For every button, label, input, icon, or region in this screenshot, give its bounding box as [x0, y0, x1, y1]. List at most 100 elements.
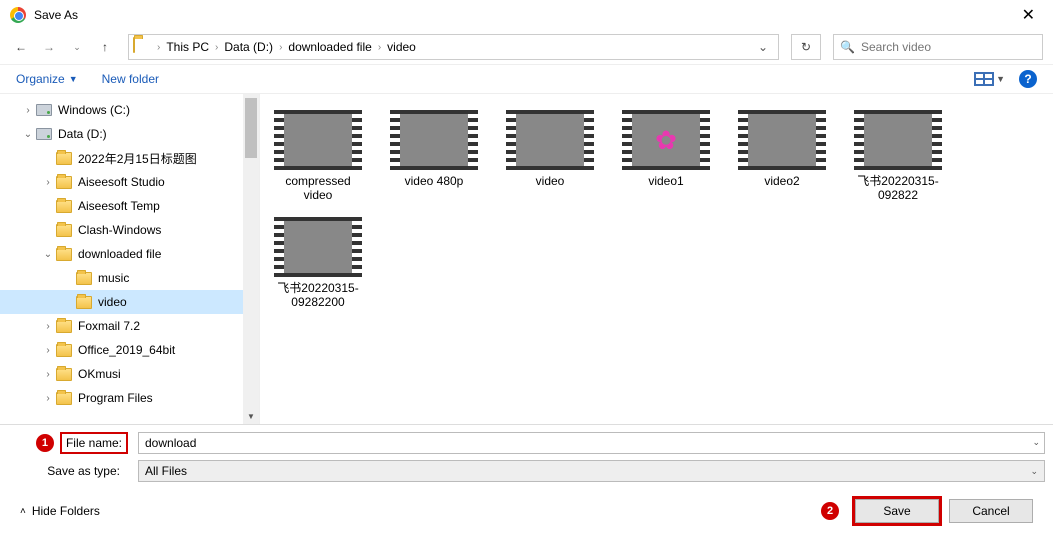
tree-item[interactable]: music: [0, 266, 259, 290]
cancel-button[interactable]: Cancel: [949, 499, 1033, 523]
savetype-row: Save as type: All Files ⌄: [8, 459, 1045, 483]
view-options[interactable]: ▼: [974, 72, 1005, 86]
filename-dropdown[interactable]: ⌄: [1032, 437, 1040, 448]
tree-item-label: Aiseesoft Temp: [78, 199, 160, 213]
scroll-down-icon[interactable]: ▼: [243, 408, 259, 424]
file-item[interactable]: 飞书20220315-092822: [850, 110, 946, 203]
search-input[interactable]: [861, 40, 1036, 54]
chevron-up-icon: ˄: [20, 506, 26, 517]
chevron-right-icon: ›: [213, 42, 220, 53]
refresh-button[interactable]: ↻: [791, 34, 821, 60]
file-label: 飞书20220315-09282200: [270, 281, 366, 310]
annotation-badge-1: 1: [36, 434, 54, 452]
up-button[interactable]: ↑: [94, 36, 116, 58]
breadcrumb-item[interactable]: Data (D:): [220, 40, 277, 54]
tree-item[interactable]: › OKmusi: [0, 362, 259, 386]
video-thumbnail: [506, 110, 594, 170]
video-thumbnail: [274, 110, 362, 170]
titlebar: Save As ✕: [0, 0, 1053, 30]
tree-scrollbar[interactable]: ▲ ▼: [243, 94, 259, 424]
folder-icon: [56, 198, 72, 214]
file-item[interactable]: video2: [734, 110, 830, 203]
chevron-right-icon: ›: [277, 42, 284, 53]
tree-item[interactable]: video: [0, 290, 259, 314]
footer: ˄ Hide Folders 2 Save Cancel: [0, 489, 1053, 533]
expand-chevron[interactable]: ›: [40, 369, 56, 380]
folder-icon: [56, 366, 72, 382]
expand-chevron[interactable]: ⌄: [20, 129, 36, 140]
breadcrumb-item[interactable]: video: [383, 40, 420, 54]
file-item[interactable]: 飞书20220315-09282200: [270, 217, 366, 310]
new-folder-button[interactable]: New folder: [102, 72, 159, 86]
drive-icon: [36, 126, 52, 142]
tree-item[interactable]: ⌄ downloaded file: [0, 242, 259, 266]
help-button[interactable]: ?: [1019, 70, 1037, 88]
expand-chevron[interactable]: ›: [40, 321, 56, 332]
tree-item[interactable]: › Foxmail 7.2: [0, 314, 259, 338]
chevron-right-icon: ›: [155, 42, 162, 53]
file-item[interactable]: video 480p: [386, 110, 482, 203]
file-label: video2: [764, 174, 799, 188]
folder-icon: [56, 246, 72, 262]
filename-label: File name:: [60, 432, 128, 454]
back-button[interactable]: ←: [10, 36, 32, 58]
chevron-down-icon: ▼: [996, 74, 1005, 84]
expand-chevron[interactable]: ›: [40, 345, 56, 356]
save-button[interactable]: Save: [855, 499, 939, 523]
tree-item-label: Program Files: [78, 391, 153, 405]
tree-item[interactable]: ›Office_2019_64bit: [0, 338, 259, 362]
tree-item[interactable]: › Program Files: [0, 386, 259, 410]
file-item[interactable]: video1: [618, 110, 714, 203]
bottom-panel: 1 File name: ⌄ Save as type: All Files ⌄: [0, 424, 1053, 489]
organize-menu[interactable]: Organize▼: [16, 72, 78, 86]
tree-item[interactable]: 2022年2月15日标题图: [0, 146, 259, 170]
recent-dropdown[interactable]: ⌄: [66, 36, 88, 58]
address-dropdown[interactable]: ⌄: [752, 40, 774, 54]
tree-item[interactable]: › Aiseesoft Studio: [0, 170, 259, 194]
file-label: compressed video: [270, 174, 366, 203]
folder-tree[interactable]: ›Windows (C:) ⌄ Data (D:) 2022年2月15日标题图 › Ais…: [0, 94, 260, 424]
expand-chevron[interactable]: ›: [40, 177, 56, 188]
expand-chevron[interactable]: ›: [40, 393, 56, 404]
tree-item-label: downloaded file: [78, 247, 161, 261]
expand-chevron[interactable]: ›: [20, 105, 36, 116]
tree-item-label: OKmusi: [78, 367, 121, 381]
tree-item[interactable]: ›Windows (C:): [0, 98, 259, 122]
hide-folders-label: Hide Folders: [32, 504, 100, 518]
tree-item-label: Foxmail 7.2: [78, 319, 140, 333]
hide-folders-toggle[interactable]: ˄ Hide Folders: [20, 504, 100, 518]
chevron-down-icon: ▼: [69, 74, 78, 84]
filename-input[interactable]: [145, 433, 1038, 453]
folder-icon: [56, 222, 72, 238]
nav-row: ← → ⌄ ↑ › This PC › Data (D:) › download…: [0, 30, 1053, 64]
tree-item-label: Aiseesoft Studio: [78, 175, 165, 189]
expand-chevron[interactable]: ⌄: [40, 249, 56, 260]
toolbar: Organize▼ New folder ▼ ?: [0, 64, 1053, 94]
tree-item-label: music: [98, 271, 129, 285]
search-box[interactable]: 🔍: [833, 34, 1043, 60]
address-bar[interactable]: › This PC › Data (D:) › downloaded file …: [128, 34, 779, 60]
folder-icon: [133, 38, 151, 56]
filename-row: 1 File name: ⌄: [8, 431, 1045, 455]
file-list[interactable]: compressed video video 480pvideovideo1 vid…: [260, 94, 1053, 424]
tree-item[interactable]: Clash-Windows: [0, 218, 259, 242]
forward-button[interactable]: →: [38, 36, 60, 58]
file-item[interactable]: video: [502, 110, 598, 203]
close-button[interactable]: ✕: [1014, 1, 1043, 29]
video-thumbnail: [738, 110, 826, 170]
scroll-thumb[interactable]: [245, 98, 257, 158]
filename-input-wrap[interactable]: ⌄: [138, 432, 1045, 454]
file-item[interactable]: compressed video: [270, 110, 366, 203]
chevron-right-icon: ›: [376, 42, 383, 53]
file-label: 飞书20220315-092822: [850, 174, 946, 203]
breadcrumb-item[interactable]: downloaded file: [284, 40, 375, 54]
main-area: ›Windows (C:) ⌄ Data (D:) 2022年2月15日标题图 › Ais…: [0, 94, 1053, 424]
breadcrumb-item[interactable]: This PC: [162, 40, 213, 54]
tree-item[interactable]: ⌄ Data (D:): [0, 122, 259, 146]
video-thumbnail: [274, 217, 362, 277]
savetype-select[interactable]: All Files ⌄: [138, 460, 1045, 482]
tree-item-label: video: [98, 295, 127, 309]
tree-item[interactable]: Aiseesoft Temp: [0, 194, 259, 218]
folder-icon: [56, 390, 72, 406]
tree-item-label: Data (D:): [58, 127, 107, 141]
